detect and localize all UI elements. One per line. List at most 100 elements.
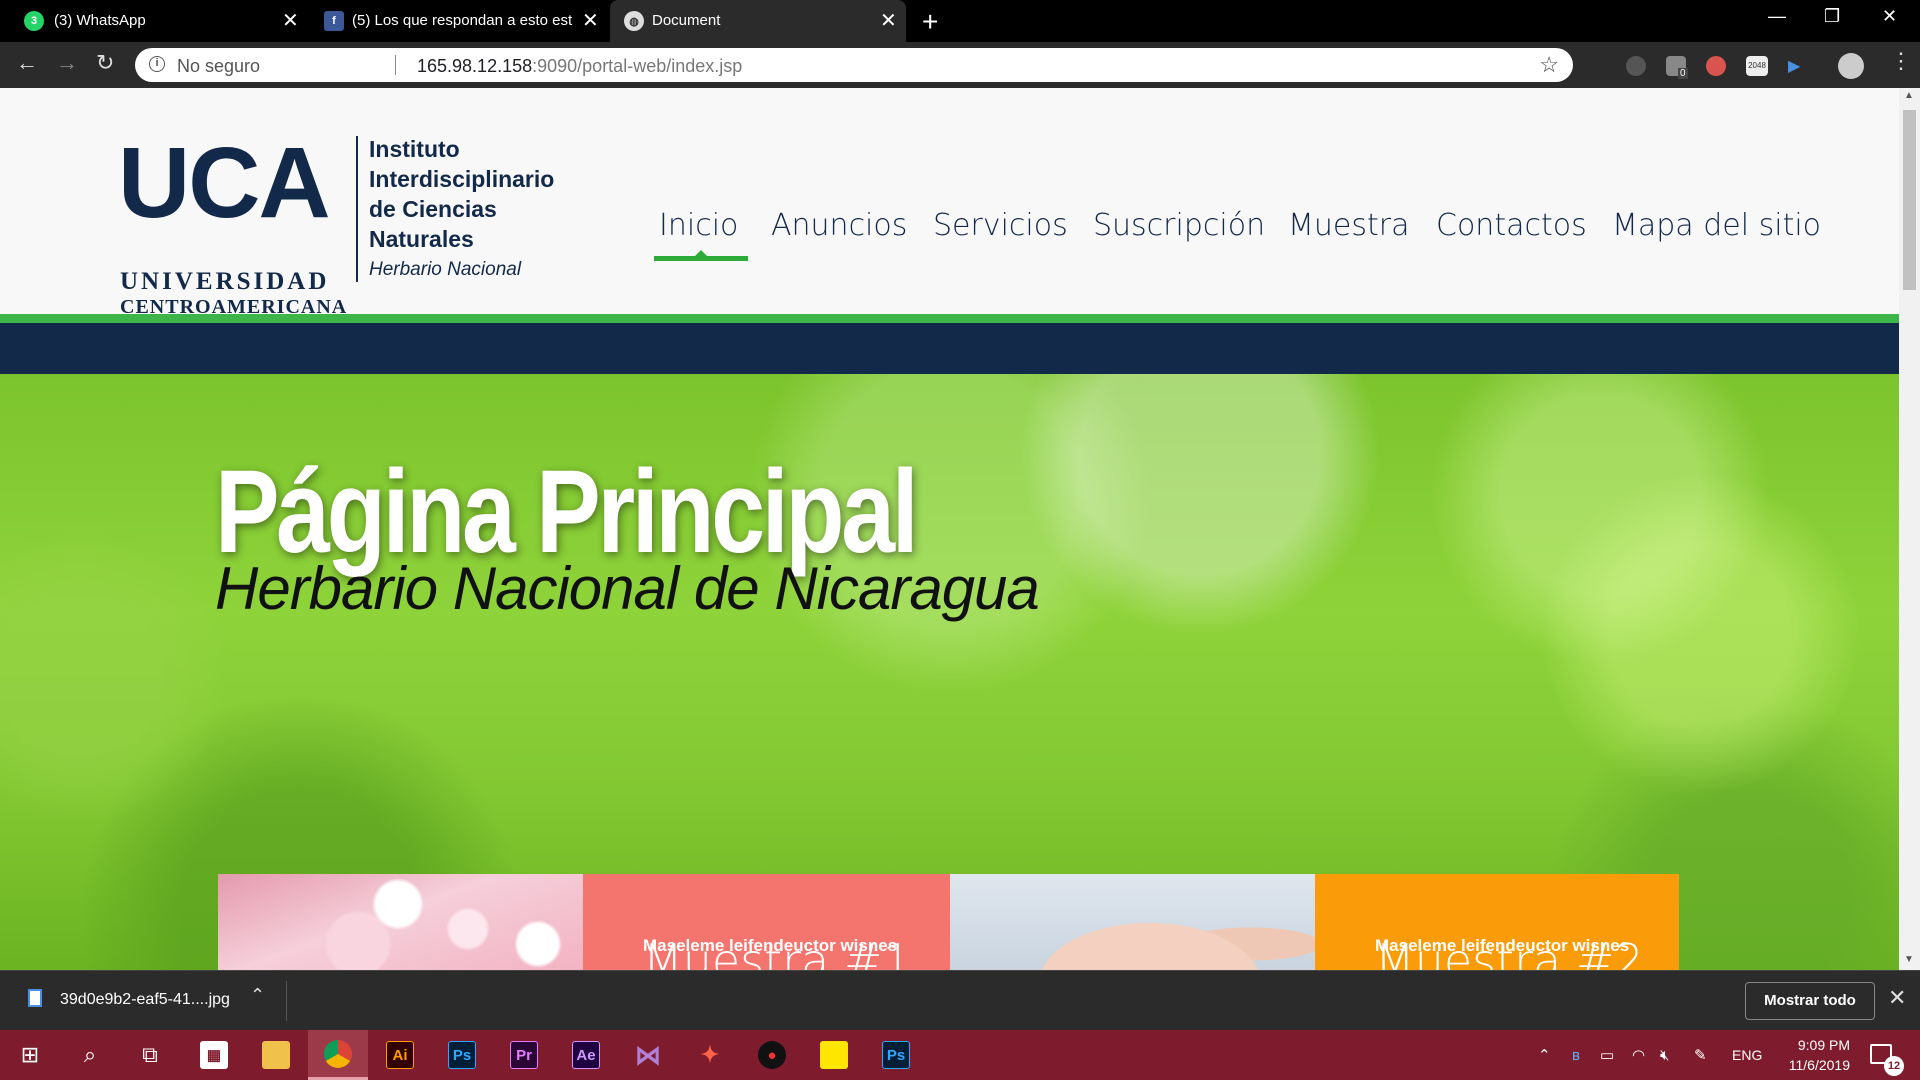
extension-2048-icon[interactable]: 2048 [1746, 56, 1768, 76]
tab-title: (3) WhatsApp [54, 12, 146, 29]
facebook-icon: f [324, 11, 344, 31]
language-indicator[interactable]: ENG [1732, 1030, 1762, 1080]
divider [286, 981, 287, 1021]
scroll-down-icon[interactable]: ▼ [1904, 954, 1914, 965]
extension-question-icon[interactable]: 0 [1666, 56, 1688, 79]
avatar[interactable] [1838, 53, 1864, 79]
menu-icon[interactable]: ⋮ [1890, 48, 1912, 74]
url-text[interactable]: 165.98.12.158:9090/portal-web/index.jsp [417, 56, 742, 77]
nav-servicios[interactable]: Servicios [933, 208, 1068, 243]
tab-title: Document [652, 12, 721, 29]
tab-strip: 3 (3) WhatsApp ✕ f (5) Los que respondan… [0, 0, 1920, 42]
store-box: ▦ [200, 1041, 228, 1069]
app-label: Ps [882, 1041, 910, 1069]
tile-image-spa[interactable] [218, 874, 583, 970]
search-icon[interactable]: ⌕ [60, 1030, 120, 1080]
extension-play-icon[interactable]: ▶ [1788, 56, 1808, 76]
tile-text: Maseleme leifendeuctor wisnes [1375, 936, 1630, 955]
clock-time: 9:09 PM [1797, 1037, 1850, 1053]
whatsapp-icon: 3 [24, 11, 44, 31]
download-bar: 39d0e9b2-eaf5-41....jpg ⌃ Mostrar todo ✕ [0, 970, 1920, 1030]
tab-document[interactable]: ◍ Document ✕ [610, 0, 906, 42]
close-icon[interactable]: ✕ [582, 8, 599, 33]
main-nav: Inicio Anuncios Servicios Suscripción Mu… [0, 208, 1899, 258]
sticky-box [820, 1041, 848, 1069]
divider [395, 55, 396, 75]
nav-inicio[interactable]: Inicio [659, 208, 738, 243]
battery-icon[interactable]: ▭ [1600, 1030, 1614, 1080]
app-label: Ai [386, 1041, 414, 1069]
clock-date: 11/6/2019 [1788, 1057, 1850, 1073]
forward-icon[interactable]: → [56, 50, 78, 76]
logo-universidad: UNIVERSIDAD [120, 268, 330, 295]
close-icon[interactable]: ✕ [880, 8, 897, 33]
photoshop-2-icon[interactable]: Ps [866, 1030, 926, 1080]
insecure-label: No seguro [177, 56, 261, 76]
sticky-notes-icon[interactable] [804, 1030, 864, 1080]
close-icon[interactable]: ✕ [1888, 985, 1906, 1011]
scroll-thumb[interactable] [1903, 110, 1916, 290]
tile-text: Maseleme leifendeuctor wisnes [643, 936, 898, 955]
extension-badge: 0 [1678, 68, 1688, 79]
institute-line: Interdisciplinario [369, 166, 555, 192]
new-tab-button[interactable]: + [922, 6, 938, 38]
minimize-icon[interactable]: — [1768, 6, 1786, 27]
tile-2-text-wrap: Maseleme leifendeuctor wisnes [1375, 936, 1675, 970]
bluetooth-icon[interactable]: ʙ [1572, 1030, 1580, 1080]
back-icon[interactable]: ← [16, 50, 38, 76]
clock[interactable]: 9:09 PM 11/6/2019 [1760, 1035, 1850, 1075]
nav-anuncios[interactable]: Anuncios [771, 208, 907, 243]
folder-box [262, 1041, 290, 1069]
hero-subtitle: Herbario Nacional de Nicaragua [215, 555, 1040, 622]
nav-muestra[interactable]: Muestra [1288, 208, 1409, 243]
tile-image-acupuncture[interactable] [950, 874, 1315, 970]
address-bar[interactable]: i No seguro 165.98.12.158:9090/portal-we… [135, 48, 1573, 82]
nav-active-indicator [654, 256, 748, 261]
nav-contactos[interactable]: Contactos [1436, 208, 1587, 243]
site-header: UCA UNIVERSIDAD CENTROAMERICANA Institut… [0, 88, 1899, 318]
app-red-icon[interactable]: ✦ [680, 1030, 740, 1080]
extension-eyes-icon[interactable] [1706, 56, 1726, 76]
extension-bulb-icon[interactable] [1626, 56, 1646, 76]
tab-whatsapp[interactable]: 3 (3) WhatsApp ✕ [0, 0, 306, 42]
browser-toolbar: ← → ↻ i No seguro 165.98.12.158:9090/por… [0, 42, 1920, 88]
visual-studio-icon[interactable]: ⋈ [618, 1030, 678, 1080]
scroll-up-icon[interactable]: ▲ [1904, 90, 1914, 101]
reload-icon[interactable]: ↻ [96, 50, 114, 76]
info-icon[interactable]: i [149, 56, 165, 72]
vs-glyph: ⋈ [635, 1039, 661, 1070]
tab-title: (5) Los que respondan a esto est [352, 12, 573, 29]
app-circle-icon[interactable]: ● [742, 1030, 802, 1080]
app-label: Ps [448, 1041, 476, 1069]
navy-band [0, 323, 1899, 374]
green-stripe [0, 314, 1899, 323]
restore-icon[interactable]: ❐ [1824, 6, 1840, 27]
globe-icon: ◍ [624, 11, 644, 31]
task-view-icon[interactable]: ⧉ [120, 1030, 180, 1080]
premiere-icon[interactable]: Pr [494, 1030, 554, 1080]
window-close-icon[interactable]: ✕ [1882, 6, 1897, 27]
after-effects-icon[interactable]: Ae [556, 1030, 616, 1080]
chrome-icon[interactable] [308, 1030, 368, 1080]
download-file-name[interactable]: 39d0e9b2-eaf5-41....jpg [60, 991, 230, 1009]
windows-start-icon[interactable]: ⊞ [0, 1030, 60, 1080]
pen-icon[interactable]: ✎ [1694, 1030, 1707, 1080]
volume-muted-icon[interactable]: 🔇︎ [1660, 1030, 1669, 1080]
bookmark-star-icon[interactable]: ☆ [1539, 52, 1559, 78]
show-all-button[interactable]: Mostrar todo [1745, 982, 1875, 1020]
tab-facebook[interactable]: f (5) Los que respondan a esto est ✕ [306, 0, 606, 42]
chevron-up-icon[interactable]: ⌃ [250, 985, 265, 1006]
windows-taskbar: ⊞ ⌕ ⧉ ▦ Ai Ps Pr Ae ⋈ ✦ ● Ps ⌃ ʙ ▭ ◠ 🔇︎ … [0, 1030, 1920, 1080]
file-icon [28, 989, 42, 1007]
wifi-icon[interactable]: ◠ [1632, 1030, 1645, 1080]
photoshop-icon[interactable]: Ps [432, 1030, 492, 1080]
chevron-up-icon[interactable]: ⌃ [1538, 1030, 1551, 1080]
nav-mapa-del-sitio[interactable]: Mapa del sitio [1612, 208, 1821, 243]
app-glyph: ✦ [700, 1042, 720, 1067]
illustrator-icon[interactable]: Ai [370, 1030, 430, 1080]
store-icon[interactable]: ▦ [184, 1030, 244, 1080]
page-scrollbar[interactable]: ▲ ▼ [1899, 88, 1920, 970]
close-icon[interactable]: ✕ [282, 8, 299, 33]
file-explorer-icon[interactable] [246, 1030, 306, 1080]
nav-suscripcion[interactable]: Suscripción [1093, 208, 1265, 243]
